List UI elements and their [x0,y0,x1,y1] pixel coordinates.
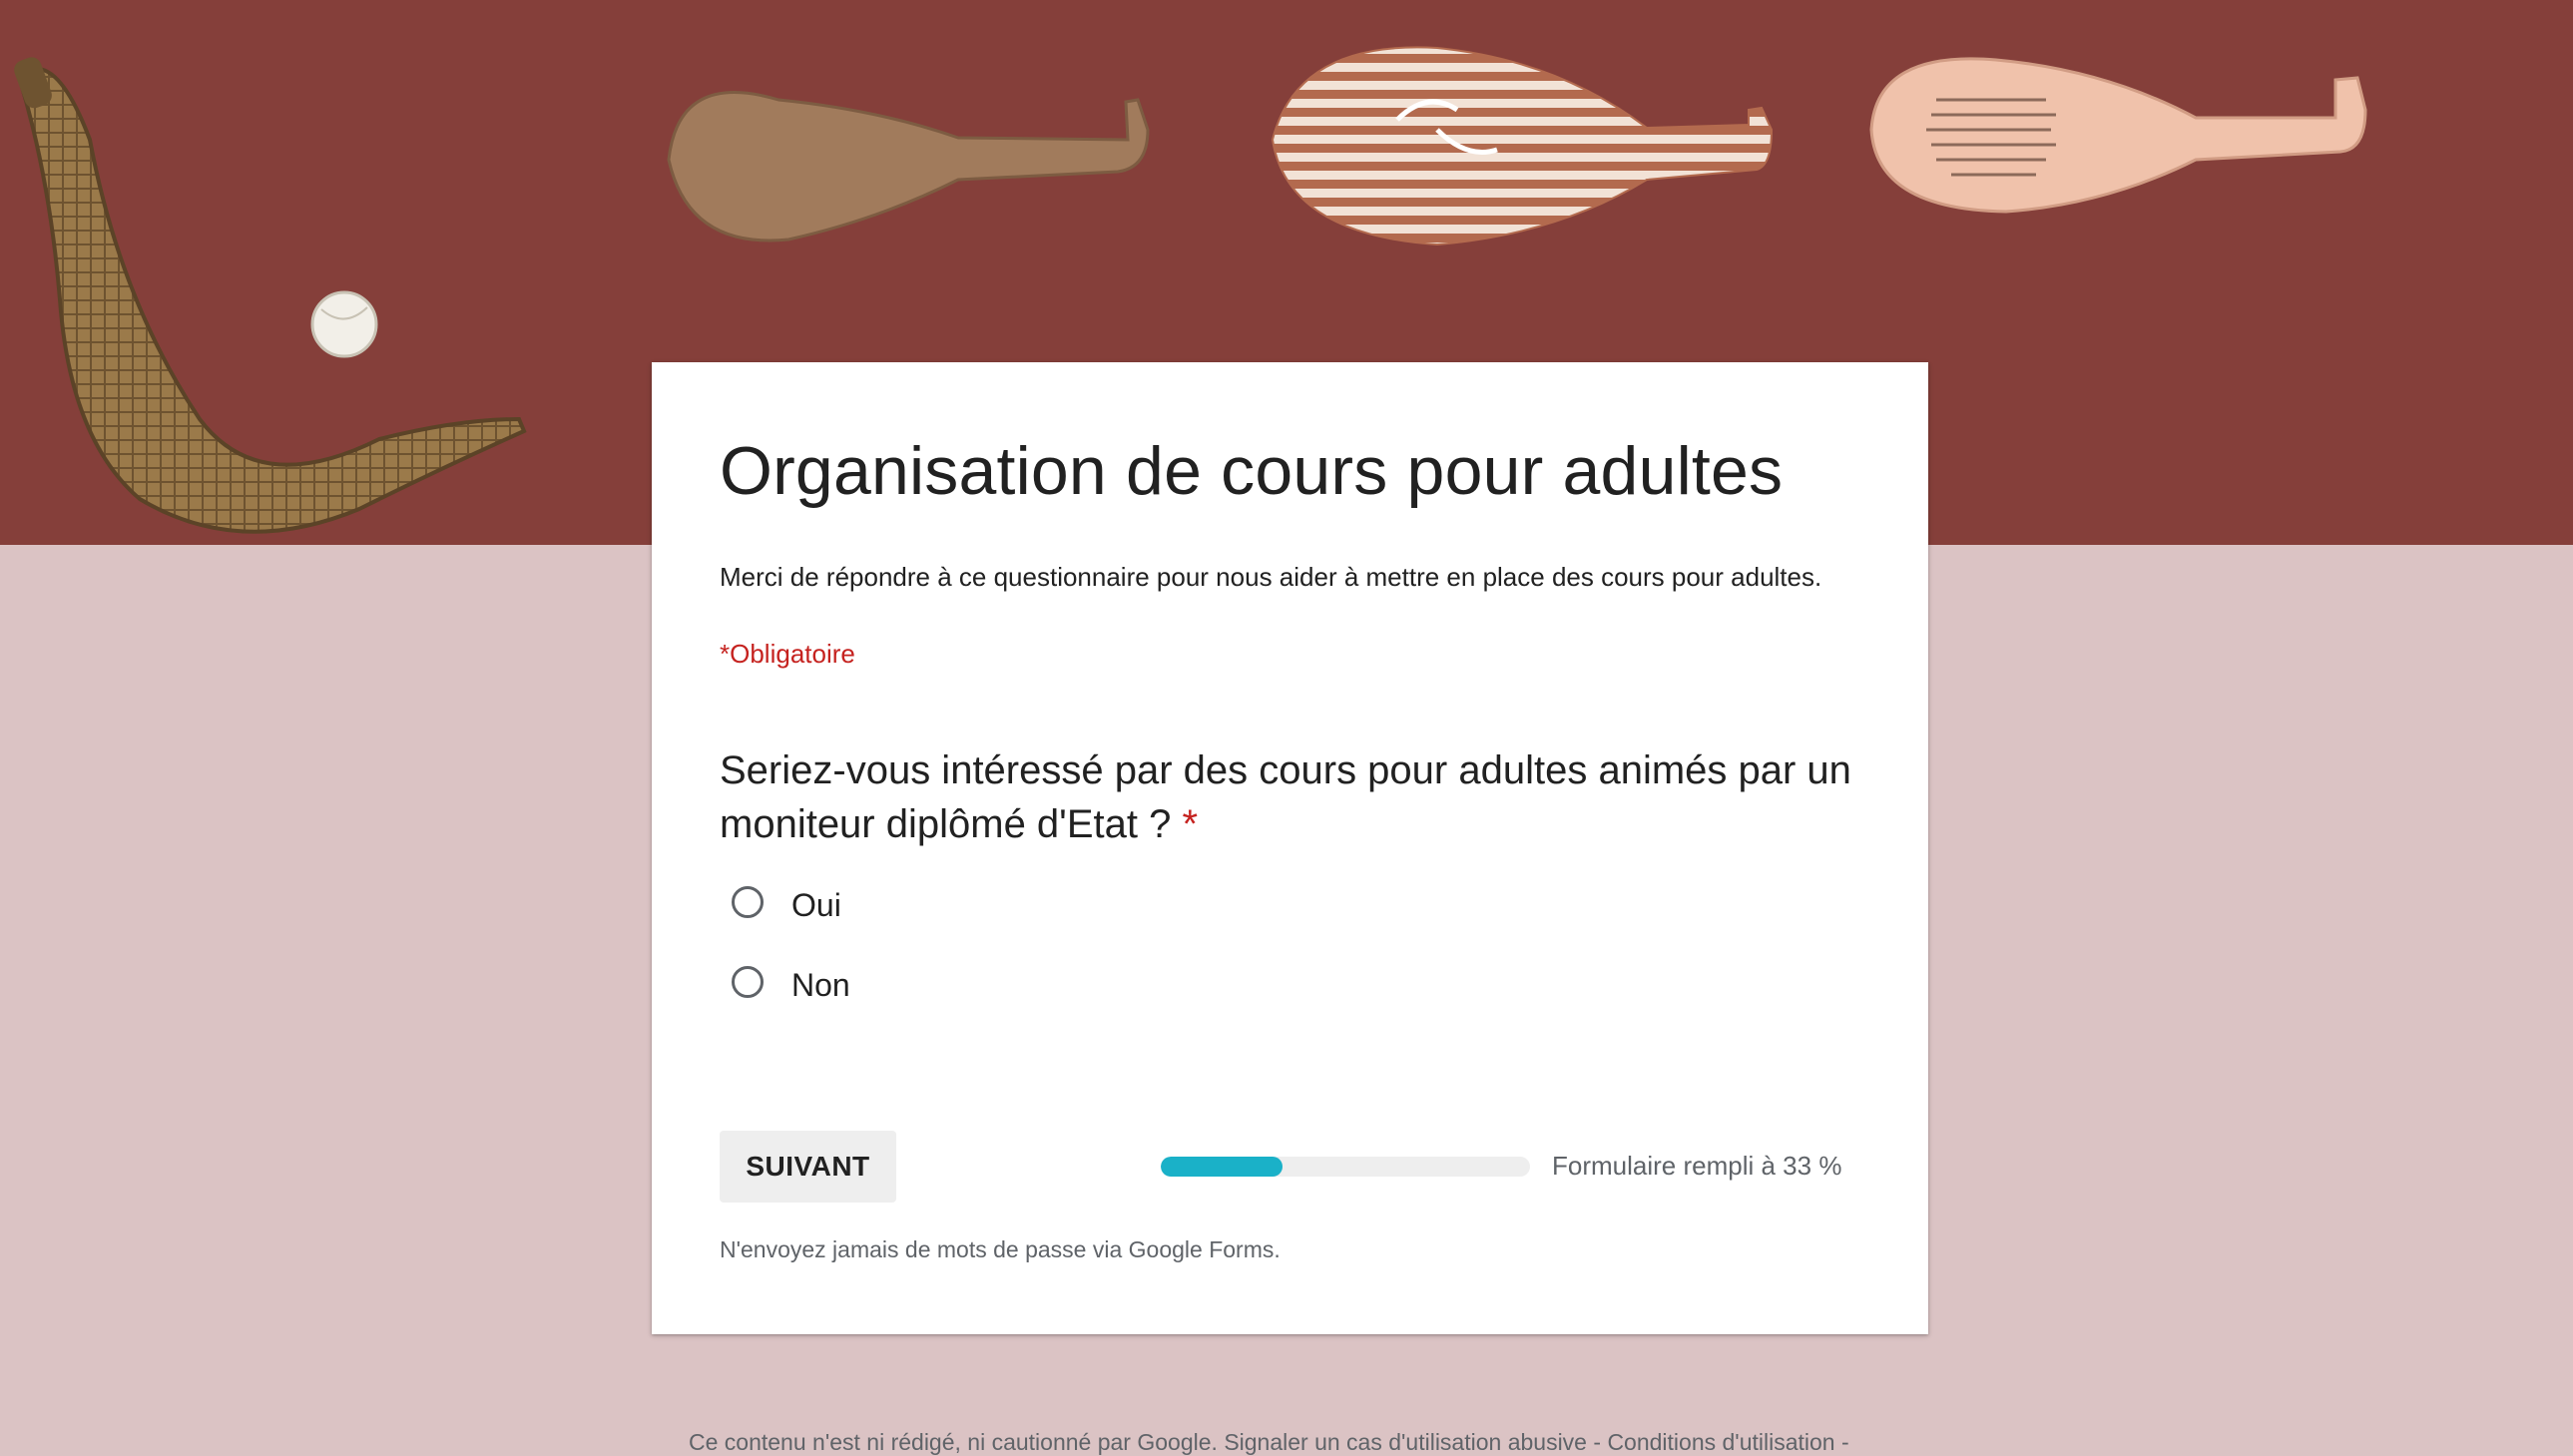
option-label-non: Non [791,967,850,1003]
next-button[interactable]: SUIVANT [720,1131,896,1203]
required-note: *Obligatoire [720,639,855,669]
footer-trailing-separator: - [1840,1429,1849,1455]
footer-disclaimer: Ce contenu n'est ni rédigé, ni cautionné… [689,1429,1218,1455]
footer: Ce contenu n'est ni rédigé, ni cautionné… [689,1429,1849,1456]
progress-bar [1161,1157,1530,1177]
password-warning: N'envoyez jamais de mots de passe via Go… [720,1236,1281,1262]
required-star: * [1182,802,1199,846]
form-description: Merci de répondre à ce questionnaire pou… [720,562,1822,592]
progress-bar-fill [1161,1157,1284,1177]
paddle-striped-icon [1271,46,1774,246]
chistera-icon [14,57,527,534]
question-title: Seriez-vous intéressé par des cours pour… [720,743,1867,851]
paddle-wood-icon [667,91,1150,243]
option-label-oui: Oui [791,887,841,923]
radio-button-non[interactable] [732,965,764,998]
option-oui[interactable]: Oui [732,883,841,923]
form-title: Organisation de cours pour adultes [720,433,1784,509]
question-text: Seriez-vous intéressé par des cours pour… [720,748,1851,846]
paddle-pink-icon [1869,57,2367,214]
progress-label: Formulaire rempli à 33 % [1552,1151,1842,1181]
option-non[interactable]: Non [732,963,850,1003]
terms-link[interactable]: Conditions d'utilisation [1607,1429,1834,1455]
report-abuse-link[interactable]: Signaler un cas d'utilisation abusive [1224,1429,1587,1455]
radio-button-oui[interactable] [732,885,764,918]
footer-separator: - [1593,1429,1602,1455]
form-card: Organisation de cours pour adultes Merci… [652,362,1928,1334]
ball-icon [310,290,378,358]
